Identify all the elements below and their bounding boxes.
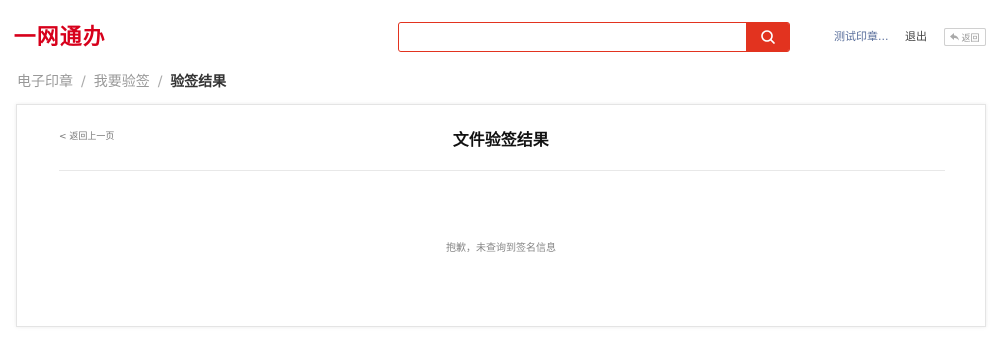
breadcrumb-item-e-seal[interactable]: 电子印章: [17, 73, 73, 91]
breadcrumb-separator: /: [81, 74, 86, 90]
title-divider: [59, 170, 945, 171]
page-title: 文件验签结果: [452, 130, 549, 149]
breadcrumb: 电子印章 / 我要验签 / 验签结果: [17, 73, 226, 91]
search-button[interactable]: [746, 23, 789, 51]
site-logo[interactable]: 一网通办: [14, 23, 106, 53]
logout-link[interactable]: 退出: [905, 30, 927, 44]
reply-arrow-icon: [950, 33, 960, 41]
top-header: 一网通办 测试印章... 退出 返回: [0, 0, 1005, 66]
breadcrumb-current: 验签结果: [170, 74, 227, 90]
empty-result-message: 抱歉，未查询到签名信息: [446, 243, 556, 254]
back-button-label: 返回: [961, 33, 980, 44]
search-input[interactable]: [399, 23, 747, 51]
back-button[interactable]: 返回: [944, 28, 986, 46]
breadcrumb-item-verify[interactable]: 我要验签: [94, 73, 150, 91]
user-name-link[interactable]: 测试印章...: [834, 30, 889, 44]
search-icon: [760, 30, 775, 44]
breadcrumb-separator: /: [157, 74, 163, 90]
result-panel: < 返回上一页 文件验签结果 抱歉，未查询到签名信息: [16, 104, 986, 327]
search-bar: [398, 22, 790, 52]
